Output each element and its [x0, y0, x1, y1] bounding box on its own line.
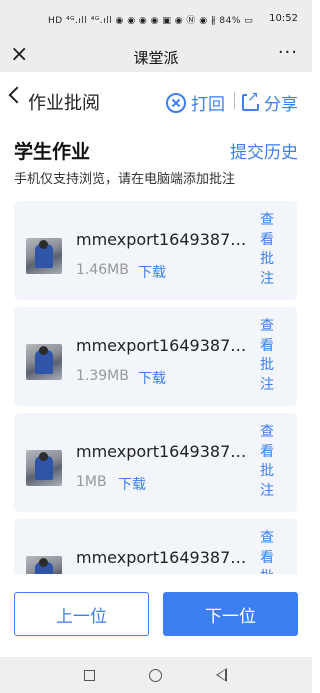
- divider: [234, 92, 235, 109]
- download-link[interactable]: 下载: [118, 474, 146, 494]
- file-card[interactable]: mmexport1649387… 1.46MB 下载 查看批注: [14, 201, 297, 300]
- file-size: 1.39MB: [76, 368, 129, 384]
- homework-file-list[interactable]: mmexport1649387… 1.46MB 下载 查看批注 mmexport…: [0, 196, 312, 574]
- section-title: 学生作业: [14, 141, 91, 163]
- view-annotation-button[interactable]: 查看批注: [259, 423, 275, 501]
- battery-indicator: 84%: [219, 16, 241, 26]
- file-thumbnail[interactable]: [26, 344, 62, 380]
- download-link[interactable]: 下载: [138, 262, 166, 282]
- more-icon[interactable]: ···: [278, 42, 298, 63]
- view-annotation-button[interactable]: 查看批注: [259, 211, 275, 289]
- status-time: 10:52: [269, 13, 298, 24]
- status-icons: HD ⁴ᴳ.ıll ⁴ᴳ.ıll ◉ ◉ ◉ ◉ ▣ ◉ Ⓝ ◉ ∦ 84% ▭: [48, 16, 254, 26]
- file-name: mmexport1649387…: [76, 336, 247, 355]
- file-name: mmexport1649387…: [76, 548, 247, 567]
- file-thumbnail[interactable]: [26, 556, 62, 574]
- file-card[interactable]: mmexport1649387… 查看批注: [14, 519, 297, 574]
- submission-history-link[interactable]: 提交历史: [230, 138, 298, 163]
- file-thumbnail[interactable]: [26, 238, 62, 274]
- close-circle-icon: [166, 92, 186, 113]
- reject-label: 打回: [191, 95, 225, 115]
- share-button[interactable]: 分享: [242, 90, 298, 115]
- status-bar: HD ⁴ᴳ.ıll ⁴ᴳ.ıll ◉ ◉ ◉ ◉ ▣ ◉ Ⓝ ◉ ∦ 84% ▭…: [0, 0, 312, 40]
- view-annotation-button[interactable]: 查看批注: [259, 317, 275, 395]
- mobile-hint: 手机仅支持浏览，请在电脑端添加批注: [14, 172, 236, 187]
- page-title: 作业批阅: [28, 93, 100, 114]
- previous-student-button[interactable]: 上一位: [14, 592, 149, 636]
- back-triangle-icon[interactable]: [216, 668, 227, 682]
- reject-button[interactable]: 打回: [166, 90, 225, 115]
- file-size: 1MB: [76, 474, 107, 490]
- next-student-button[interactable]: 下一位: [163, 592, 298, 636]
- wechat-nav-bar: × 课堂派 ···: [0, 40, 312, 72]
- file-thumbnail[interactable]: [26, 450, 62, 486]
- file-size: 1.46MB: [76, 262, 129, 278]
- home-icon[interactable]: [149, 669, 162, 682]
- file-card[interactable]: mmexport1649387… 1MB 下载 查看批注: [14, 413, 297, 512]
- file-card[interactable]: mmexport1649387… 1.39MB 下载 查看批注: [14, 307, 297, 406]
- share-label: 分享: [264, 95, 298, 115]
- recent-apps-icon[interactable]: [84, 670, 95, 681]
- share-icon: [242, 90, 259, 111]
- download-link[interactable]: 下载: [138, 368, 166, 388]
- view-annotation-button[interactable]: 查看批注: [259, 529, 275, 574]
- file-name: mmexport1649387…: [76, 230, 247, 249]
- file-name: mmexport1649387…: [76, 442, 247, 461]
- app-title: 课堂派: [133, 49, 179, 67]
